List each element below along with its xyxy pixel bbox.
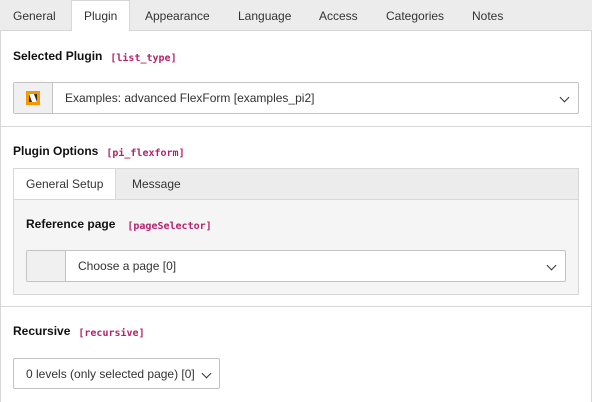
tab-access[interactable]: Access [307, 0, 370, 31]
reference-page-label: Reference page [26, 217, 116, 231]
plugin-icon [26, 91, 40, 105]
flexform-tab-bar: General Setup Message [13, 168, 579, 201]
tab-plugin[interactable]: Plugin [71, 0, 131, 32]
recursive-code: [recursive] [78, 328, 145, 339]
recursive-label: Recursive [13, 324, 71, 338]
reference-page-value: Choose a page [0] [78, 259, 177, 273]
tab-general[interactable]: General [1, 0, 68, 31]
tab-general-setup[interactable]: General Setup [14, 169, 117, 201]
tab-notes[interactable]: Notes [460, 0, 515, 31]
general-setup-panel: Reference page [pageSelector] Choose a pa… [13, 199, 579, 295]
tab-message[interactable]: Message [120, 169, 193, 200]
chevron-down-icon [559, 92, 570, 103]
tab-language[interactable]: Language [226, 0, 303, 31]
selected-plugin-heading: Selected Plugin [list_type] [13, 49, 177, 64]
tab-bar: General Plugin Appearance Language Acces… [0, 0, 592, 32]
selected-plugin-label: Selected Plugin [13, 49, 103, 63]
plugin-icon-addon [14, 83, 53, 113]
recursive-heading: Recursive [recursive] [13, 324, 145, 339]
recursive-value: 0 levels (only selected page) [0] [26, 367, 195, 381]
tab-appearance[interactable]: Appearance [133, 0, 222, 31]
selected-plugin-section: Selected Plugin [list_type] Examples: adv… [0, 31, 592, 126]
recursive-select[interactable]: 0 levels (only selected page) [0] [13, 358, 220, 389]
page-icon-addon [27, 251, 66, 281]
reference-page-select[interactable]: Choose a page [0] [26, 250, 566, 282]
chevron-down-icon [546, 260, 557, 271]
reference-page-code: [pageSelector] [127, 221, 212, 232]
plugin-options-label: Plugin Options [13, 144, 99, 158]
selected-plugin-code: [list_type] [110, 53, 177, 64]
recursive-section: Recursive [recursive] 0 levels (only sele… [0, 307, 592, 402]
reference-page-heading: Reference page [pageSelector] [26, 217, 212, 232]
chevron-down-icon [201, 368, 212, 379]
plugin-options-code: [pi_flexform] [106, 148, 185, 159]
plugin-select-value: Examples: advanced FlexForm [examples_pi… [65, 91, 315, 105]
plugin-options-heading: Plugin Options [pi_flexform] [13, 144, 185, 159]
plugin-select[interactable]: Examples: advanced FlexForm [examples_pi… [13, 82, 579, 114]
tab-categories[interactable]: Categories [374, 0, 456, 31]
